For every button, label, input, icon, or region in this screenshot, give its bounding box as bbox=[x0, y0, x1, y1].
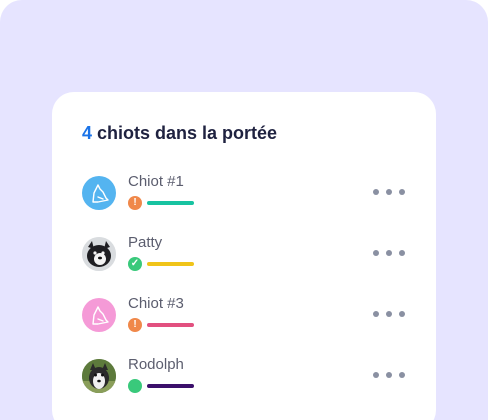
puppy-row[interactable]: Rodolph bbox=[82, 356, 412, 396]
puppy-name: Chiot #3 bbox=[128, 295, 184, 312]
puppy-color-bar bbox=[147, 323, 194, 327]
dog-silhouette-icon bbox=[82, 298, 116, 332]
dog-silhouette-icon bbox=[82, 176, 116, 210]
puppy-name: Chiot #1 bbox=[128, 173, 184, 190]
more-options-icon[interactable] bbox=[373, 182, 409, 202]
puppy-row[interactable]: Patty ✓ bbox=[82, 234, 412, 274]
puppy-color-bar bbox=[147, 384, 194, 388]
more-options-icon[interactable] bbox=[373, 304, 409, 324]
status-dot bbox=[128, 379, 142, 393]
puppy-name: Rodolph bbox=[128, 356, 184, 373]
litter-card: 4 chiots dans la portée Chiot #1 ! Patty… bbox=[52, 92, 436, 420]
puppy-color-bar bbox=[147, 201, 194, 205]
litter-title: 4 chiots dans la portée bbox=[82, 123, 277, 144]
page-background: 4 chiots dans la portée Chiot #1 ! Patty… bbox=[0, 0, 488, 420]
puppy-row[interactable]: Chiot #1 ! bbox=[82, 173, 412, 213]
puppy-count: 4 bbox=[82, 123, 93, 143]
litter-title-text: chiots dans la portée bbox=[92, 123, 278, 143]
more-options-icon[interactable] bbox=[373, 243, 409, 263]
more-options-icon[interactable] bbox=[373, 365, 409, 385]
warning-icon: ! bbox=[128, 318, 142, 332]
puppy-photo bbox=[82, 237, 116, 271]
check-icon: ✓ bbox=[128, 257, 142, 271]
warning-icon: ! bbox=[128, 196, 142, 210]
puppy-color-bar bbox=[147, 262, 194, 266]
puppy-row[interactable]: Chiot #3 ! bbox=[82, 295, 412, 335]
puppy-photo bbox=[82, 359, 116, 393]
puppy-name: Patty bbox=[128, 234, 163, 251]
